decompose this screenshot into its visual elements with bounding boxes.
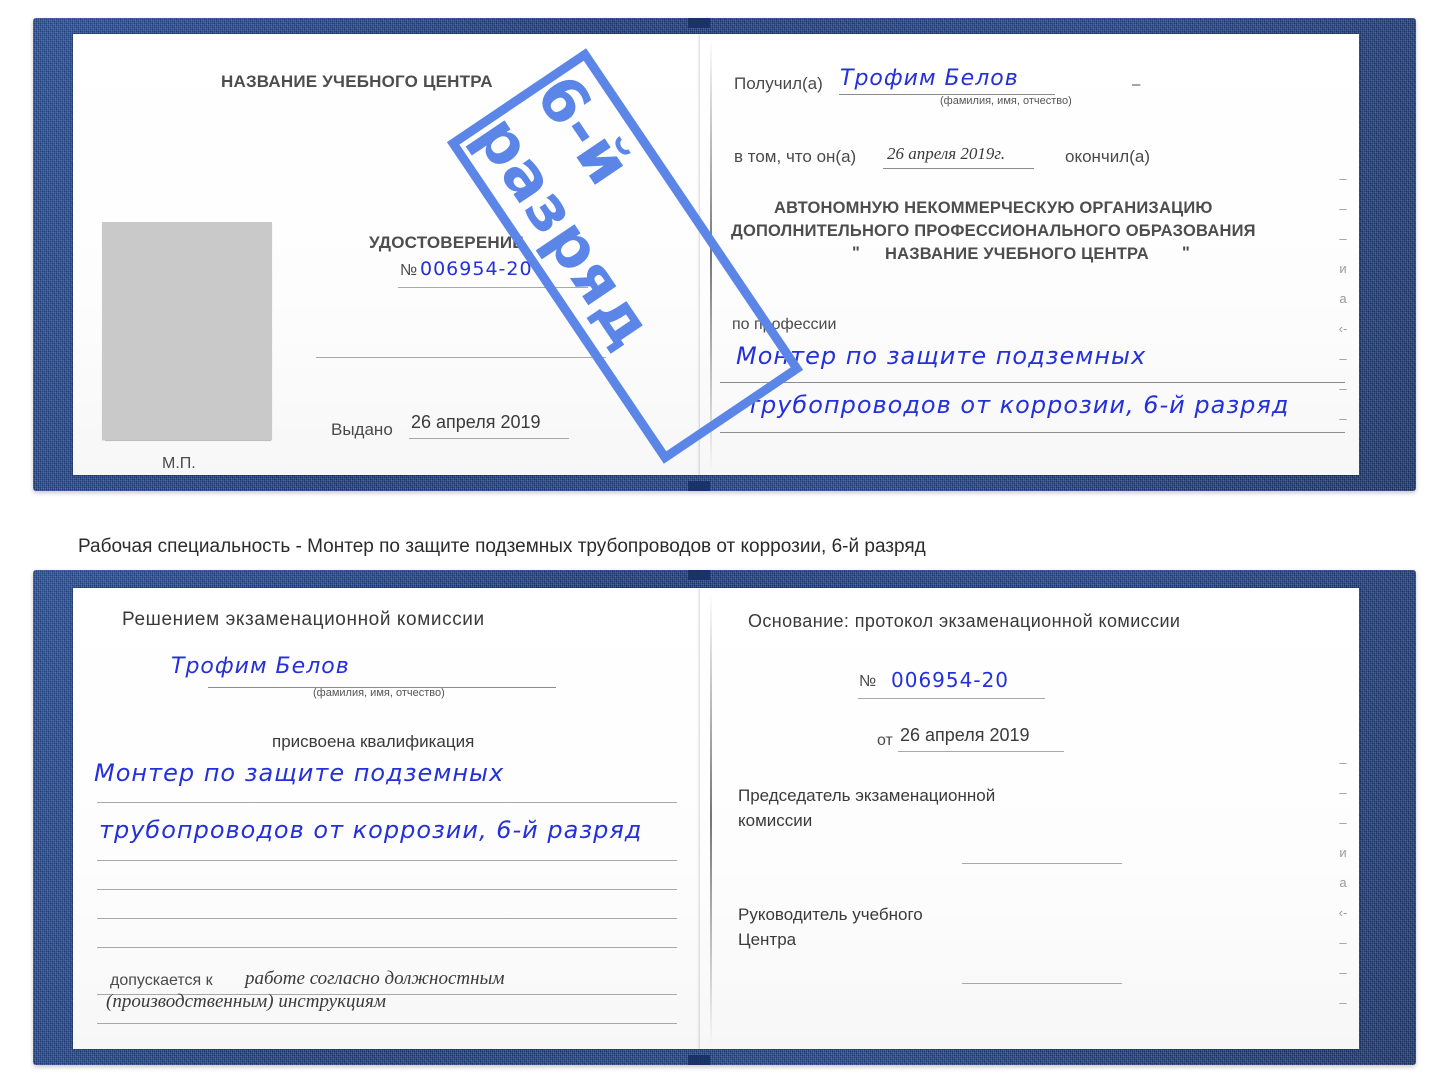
- finished-label: окончил(а): [1065, 147, 1150, 166]
- chairman-signature-rule: [962, 863, 1122, 864]
- blank-line-3: [97, 947, 677, 948]
- bottom-right-bleed-glyphs: – – – и а ‹- – – –: [1332, 748, 1354, 1018]
- top-certificate-left-page: НАЗВАНИЕ УЧЕБНОГО ЦЕНТРА УДОСТОВЕРЕНИЕ №…: [73, 34, 700, 475]
- commission-decision-heading: Решением экзаменационной комиссии: [122, 609, 485, 630]
- in-that-rule: [883, 168, 1034, 169]
- bleed-glyph: –: [1339, 411, 1347, 426]
- blank-line-1: [97, 889, 677, 890]
- bleed-glyph: –: [1339, 965, 1347, 980]
- protocol-date-value: 26 апреля 2019: [900, 725, 1030, 745]
- profession-line-2: трубопроводов от коррозии, 6-й разряд: [746, 391, 1290, 419]
- org-quote-close: ": [1182, 244, 1191, 262]
- cover-top-notch: [688, 18, 710, 28]
- photo-placeholder: [102, 222, 272, 440]
- in-that-value: 26 апреля 2019г.: [887, 144, 1006, 163]
- top-certificate-right-page: Получил(а) Трофим Белов (фамилия, имя, о…: [700, 34, 1359, 475]
- admitted-value-line-2: (производственным) инструкциям: [106, 991, 386, 1012]
- chairman-label-line-2: комиссии: [738, 811, 813, 830]
- protocol-date-label: от: [877, 732, 893, 749]
- head-label-line-2: Центра: [738, 930, 797, 949]
- qualification-rule-2: [97, 860, 677, 861]
- number-rule: [398, 287, 588, 288]
- head-label-line-1: Руководитель учебного: [738, 905, 923, 924]
- bottom-certificate-right-page: Основание: протокол экзаменационной коми…: [700, 588, 1359, 1049]
- protocol-number-rule: [858, 698, 1045, 699]
- qualification-rule-1: [97, 802, 677, 803]
- issued-label: Выдано: [331, 420, 393, 439]
- received-label: Получил(а): [734, 74, 823, 93]
- name-hint: (фамилия, имя, отчество): [940, 95, 1072, 107]
- photo-underline: [105, 440, 271, 441]
- in-that-label: в том, что он(а): [734, 147, 857, 166]
- document-title: УДОСТОВЕРЕНИЕ: [369, 233, 524, 252]
- protocol-date-rule: [898, 751, 1064, 752]
- org-line-3: НАЗВАНИЕ УЧЕБНОГО ЦЕНТРА: [885, 245, 1149, 263]
- bleed-glyph: –: [1339, 995, 1347, 1010]
- training-center-title: НАЗВАНИЕ УЧЕБНОГО ЦЕНТРА: [221, 72, 493, 91]
- org-line-2: ДОПОЛНИТЕЛЬНОГО ПРОФЕССИОНАЛЬНОГО ОБРАЗО…: [731, 222, 1256, 240]
- bleed-glyph: –: [1339, 351, 1347, 366]
- number-value: 006954-20: [420, 258, 533, 280]
- bleed-glyph: –: [1339, 815, 1347, 830]
- bottom-name-hint: (фамилия, имя, отчество): [313, 687, 445, 699]
- bleed-glyph: а: [1339, 291, 1347, 306]
- top-right-bleed-glyphs: – – – и а ‹- – – –: [1332, 164, 1354, 434]
- basis-label: Основание: протокол экзаменационной коми…: [748, 611, 1181, 631]
- admitted-value-line-1: работе согласно должностным: [245, 968, 505, 989]
- blank-line-2: [97, 918, 677, 919]
- bleed-glyph: –: [1339, 755, 1347, 770]
- issued-rule: [409, 438, 569, 439]
- cover2-top-notch: [688, 570, 710, 580]
- top-spine-line: [710, 38, 712, 471]
- bleed-glyph: –: [1339, 381, 1347, 396]
- bleed-glyph: а: [1339, 875, 1347, 890]
- bleed-glyph: ‹-: [1338, 321, 1348, 336]
- org-line-1: АВТОНОМНУЮ НЕКОММЕРЧЕСКУЮ ОРГАНИЗАЦИЮ: [774, 199, 1213, 217]
- issued-value: 26 апреля 2019: [411, 412, 541, 432]
- profession-rule-1: [720, 382, 1345, 383]
- cover2-bottom-notch: [688, 1055, 710, 1065]
- cover-bottom-notch: [688, 481, 710, 491]
- profession-line-1: Монтер по защите подземных: [736, 342, 1147, 370]
- bleed-glyph: и: [1339, 261, 1347, 276]
- qualification-label: присвоена квалификация: [272, 732, 475, 751]
- org-quote-open: ": [852, 244, 861, 262]
- image-caption: Рабочая специальность - Монтер по защите…: [78, 536, 926, 557]
- profession-rule-2: [720, 432, 1345, 433]
- bleed-glyph: –: [1339, 231, 1347, 246]
- bleed-glyph: –: [1339, 201, 1347, 216]
- profession-label: по профессии: [732, 316, 837, 333]
- received-dash: –: [1132, 76, 1141, 93]
- bleed-glyph: –: [1339, 171, 1347, 186]
- bleed-glyph: –: [1339, 935, 1347, 950]
- qualification-line-1: Монтер по защите подземных: [94, 759, 505, 787]
- bottom-spine-line: [710, 592, 712, 1045]
- bleed-glyph: –: [1339, 785, 1347, 800]
- student-name-value: Трофим Белов: [171, 654, 350, 679]
- admitted-label: допускается к: [110, 972, 213, 989]
- chairman-label-line-1: Председатель экзаменационной: [738, 786, 996, 805]
- head-signature-rule: [962, 983, 1122, 984]
- qualification-line-2: трубопроводов от коррозии, 6-й разряд: [99, 816, 643, 844]
- received-name-value: Трофим Белов: [840, 66, 1019, 91]
- blank-rule-1: [316, 357, 606, 358]
- bleed-glyph: и: [1339, 845, 1347, 860]
- protocol-number-label: №: [859, 673, 877, 690]
- bleed-glyph: ‹-: [1338, 905, 1348, 920]
- bottom-certificate-left-page: Решением экзаменационной комиссии Трофим…: [73, 588, 700, 1049]
- number-label: №: [400, 262, 418, 279]
- admitted-rule-2: [97, 1023, 677, 1024]
- seal-place-label: М.П.: [162, 455, 196, 472]
- protocol-number-value: 006954-20: [891, 668, 1010, 692]
